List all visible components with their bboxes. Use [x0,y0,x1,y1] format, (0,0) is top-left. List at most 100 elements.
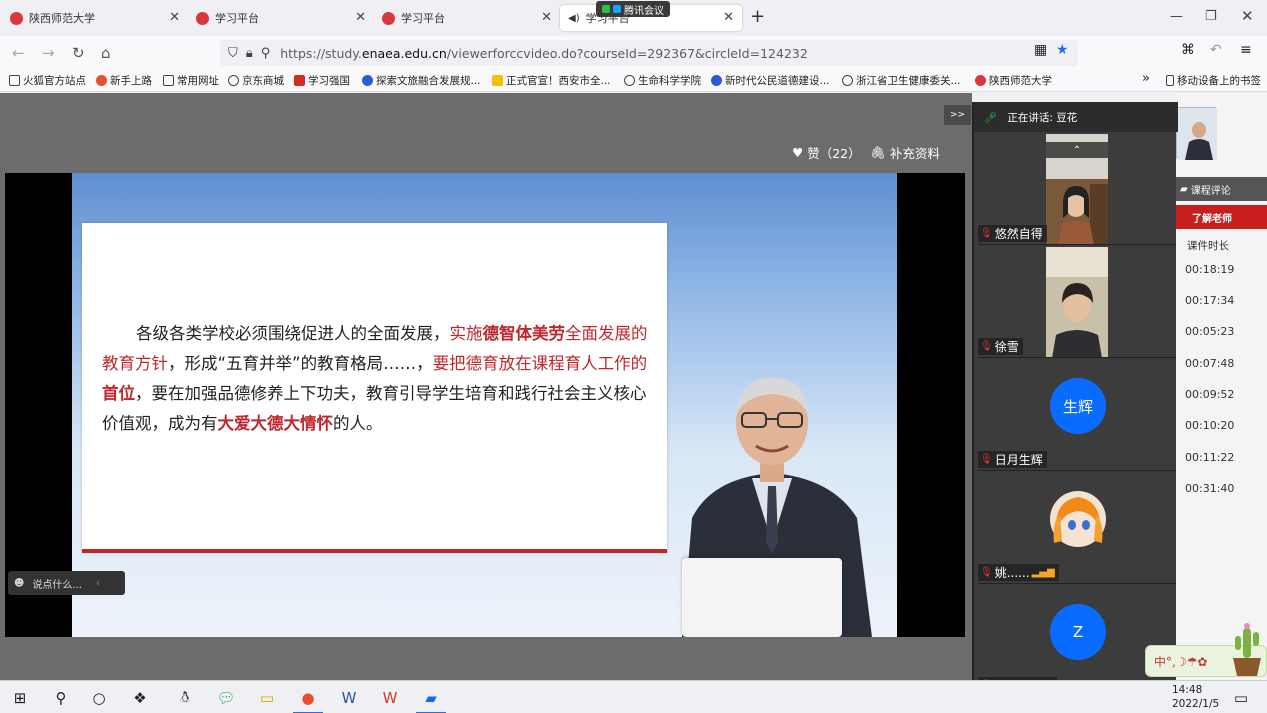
bookmark-item[interactable]: 学习强国 [294,73,350,88]
bookmark-item[interactable]: 正式官宣！西安市全... [492,73,611,88]
participant-name: 姚...... [994,566,1030,580]
cortana-icon[interactable]: ○ [88,687,110,709]
video-player[interactable]: 各级各类学校必须围绕促进人的全面发展，实施德智体美劳全面发展的教育方针，形成“五… [5,173,965,637]
comment-placeholder: 说点什么... [32,579,82,591]
url-text[interactable]: https://study.enaea.edu.cn/viewerforccvi… [280,46,808,61]
slide-paragraph: 各级各类学校必须围绕促进人的全面发展，实施德智体美劳全面发展的教育方针，形成“五… [102,319,650,439]
study-platform-icon [196,11,209,25]
ime-cactus-icon [1233,623,1261,676]
globe-icon [842,75,853,86]
participant-tile[interactable]: 🎙︎ 徐雪 [978,247,1176,358]
bookmark-item[interactable]: 新时代公民道德建设... [711,73,830,88]
wps-icon[interactable]: W [379,687,401,709]
bookmark-label: 京东商城 [242,75,284,87]
comment-input[interactable]: ☻ 说点什么... ‹ [8,571,125,595]
bookmark-label: 学习强国 [308,75,350,87]
bookmark-item[interactable]: 浙江省卫生健康委关... [842,73,961,88]
tab-about-teacher[interactable]: 了解老师 [1176,205,1267,229]
news-icon [492,75,503,86]
qq-icon[interactable]: 🐧︎ [174,687,196,709]
speaker-icon[interactable]: ◀) [568,13,580,24]
slide-text: ，形成“五育并举”的教育格局……， [168,354,433,373]
participant-tile[interactable]: ⌃ 🎙︎ 悠然自得 [978,134,1176,245]
bookmark-item[interactable]: 京东商城 [228,73,284,88]
mic-muted-icon: 🎙︎ [980,341,993,352]
wechat-icon[interactable]: 💬︎ [215,687,237,709]
home-icon[interactable]: ⌂ [101,44,111,62]
tab-close-icon[interactable]: ✕ [541,10,552,25]
undo-icon[interactable]: ↶ [1210,42,1222,58]
permissions-icon[interactable]: ⚲ [261,46,271,61]
expand-panel-button[interactable]: >> [944,105,971,125]
emoji-icon[interactable]: ☻ [14,578,24,589]
tencent-meeting-icon[interactable]: ▰ [416,687,446,713]
participant-tile[interactable]: 生辉 🎙︎ 日月生辉 [978,360,1176,471]
tab-close-icon[interactable]: ✕ [355,10,366,25]
restore-button[interactable]: ❐ [1205,9,1217,24]
video-page: ♥ 赞（22） 🖇︎ 补充资料 >> 各级各类学校必须围绕促进人的全面发展，实施… [0,93,972,680]
duration-value: 00:07:48 [1185,357,1235,370]
teacher-thumbnail[interactable] [1176,107,1217,160]
participant-tile[interactable]: 🎙︎ 姚...... ▂▄▆ [978,473,1176,584]
close-window-button[interactable]: ✕ [1241,7,1254,25]
bookmarks-overflow-button[interactable]: » [1142,71,1150,86]
meeting-indicator[interactable]: 腾讯会议 [596,1,670,17]
panel-title: 课程评论 [1190,185,1231,197]
qr-code-icon[interactable]: ▦ [1034,42,1047,58]
tab-label: 陕西师范大学 [29,12,95,25]
participant-name-tag: 🎙︎ 姚...... ▂▄▆ [978,564,1059,581]
browser-tab-3[interactable]: 学习平台 ✕ [374,5,560,31]
slide-text: 各级各类学校必须围绕促进人的全面发展， [136,324,450,343]
bookmark-item[interactable]: 生命科学学院 [624,73,701,88]
system-clock[interactable]: 14:48 2022/1/5 [1172,683,1219,711]
ime-status: 中°,☽☂✿ [1154,654,1208,669]
like-button[interactable]: ♥ 赞（22） [792,143,861,162]
word-icon[interactable]: W [338,687,360,709]
bookmark-star-icon[interactable]: ★ [1056,42,1069,58]
browser-tab-1[interactable]: 陕西师范大学 ✕ [2,5,188,31]
tab-close-icon[interactable]: ✕ [169,10,180,25]
bookmark-label: 新时代公民道德建设... [725,75,830,87]
windows-taskbar: ⊞ ⚲ ○ ❖ 🐧︎ 💬︎ ▭ ● W W ▰ 14:48 2022/1/5 ▭ [0,680,1267,713]
collapse-icon[interactable]: ‹ [96,578,100,589]
comment-icon: ▰ [1180,183,1188,195]
minimize-button[interactable]: — [1170,9,1183,24]
bookmark-item[interactable]: 常用网址 [163,73,219,88]
file-explorer-icon[interactable]: ▭ [256,687,278,709]
extensions-icon[interactable]: ⌘ [1181,42,1195,58]
bookmark-item[interactable]: 新手上路 [96,73,152,88]
shield-icon[interactable]: ⛉ [228,46,238,61]
tab-strip: 陕西师范大学 ✕ 学习平台 ✕ 学习平台 ✕ ◀) 学习平台 ✕ 腾讯会议 + … [0,0,1267,36]
back-arrow-icon[interactable]: ← [12,44,25,62]
mobile-bookmarks[interactable]: 移动设备上的书签 [1166,73,1261,88]
notification-icon[interactable]: ▭ [1230,687,1252,709]
bookmark-item[interactable]: 火狐官方站点 [9,73,86,88]
microphone-icon: 🎤︎ [984,111,998,124]
address-bar[interactable]: ⛉ 🔒︎ ⚲ https://study.enaea.edu.cn/viewer… [220,40,1078,66]
slide-text: 的人。 [333,414,383,433]
bookmark-item[interactable]: 探索文旅融合发展规... [362,73,481,88]
bookmark-label: 常用网址 [177,75,219,87]
browser-tab-2[interactable]: 学习平台 ✕ [188,5,374,31]
reload-icon[interactable]: ↻ [72,44,85,62]
lock-icon[interactable]: 🔒︎ [246,46,253,61]
tab-close-icon[interactable]: ✕ [723,10,734,25]
task-view-icon[interactable]: ❖ [129,687,151,709]
forward-arrow-icon[interactable]: → [42,44,55,62]
course-comments-header[interactable]: ▰ 课程评论 [1176,177,1267,201]
menu-icon[interactable]: ≡ [1240,42,1252,58]
search-icon[interactable]: ⚲ [50,687,72,709]
windows-start-icon[interactable]: ⊞ [9,687,31,709]
supplement-button[interactable]: 🖇︎ 补充资料 [870,143,940,162]
new-tab-button[interactable]: + [750,6,765,27]
firefox-icon [96,75,107,86]
tab-label: 了解老师 [1192,213,1232,225]
mobile-device-icon [1166,75,1174,86]
bookmark-item[interactable]: 陕西师范大学 [975,73,1052,88]
collapse-up-button[interactable]: ⌃ [1046,142,1108,158]
participant-name-tag: 🎙︎ 徐雪 [978,338,1023,355]
mic-muted-icon: 🎙︎ [980,567,993,578]
lecture-slide: 各级各类学校必须围绕促进人的全面发展，实施德智体美劳全面发展的教育方针，形成“五… [72,173,897,637]
firefox-icon[interactable]: ● [293,687,323,713]
tab-label: 学习平台 [215,12,259,25]
